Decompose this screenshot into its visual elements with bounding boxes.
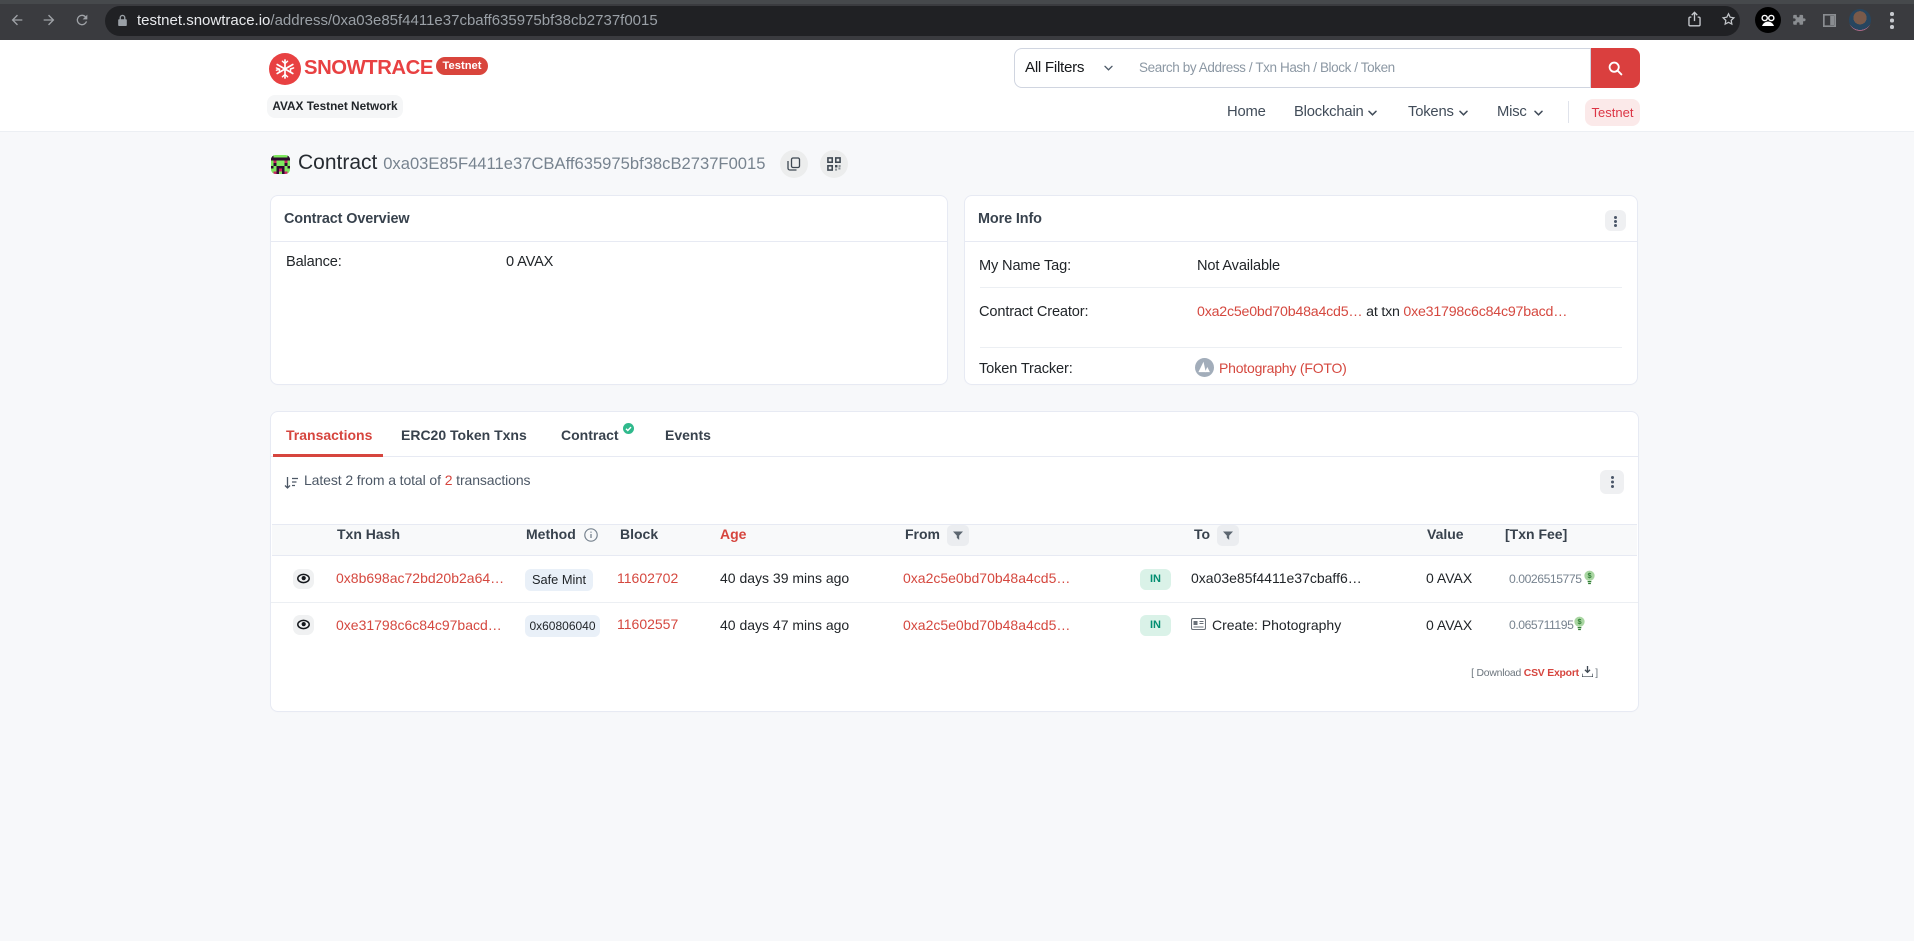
svg-text:$: $	[1577, 617, 1581, 626]
svg-text:$: $	[1587, 571, 1591, 580]
